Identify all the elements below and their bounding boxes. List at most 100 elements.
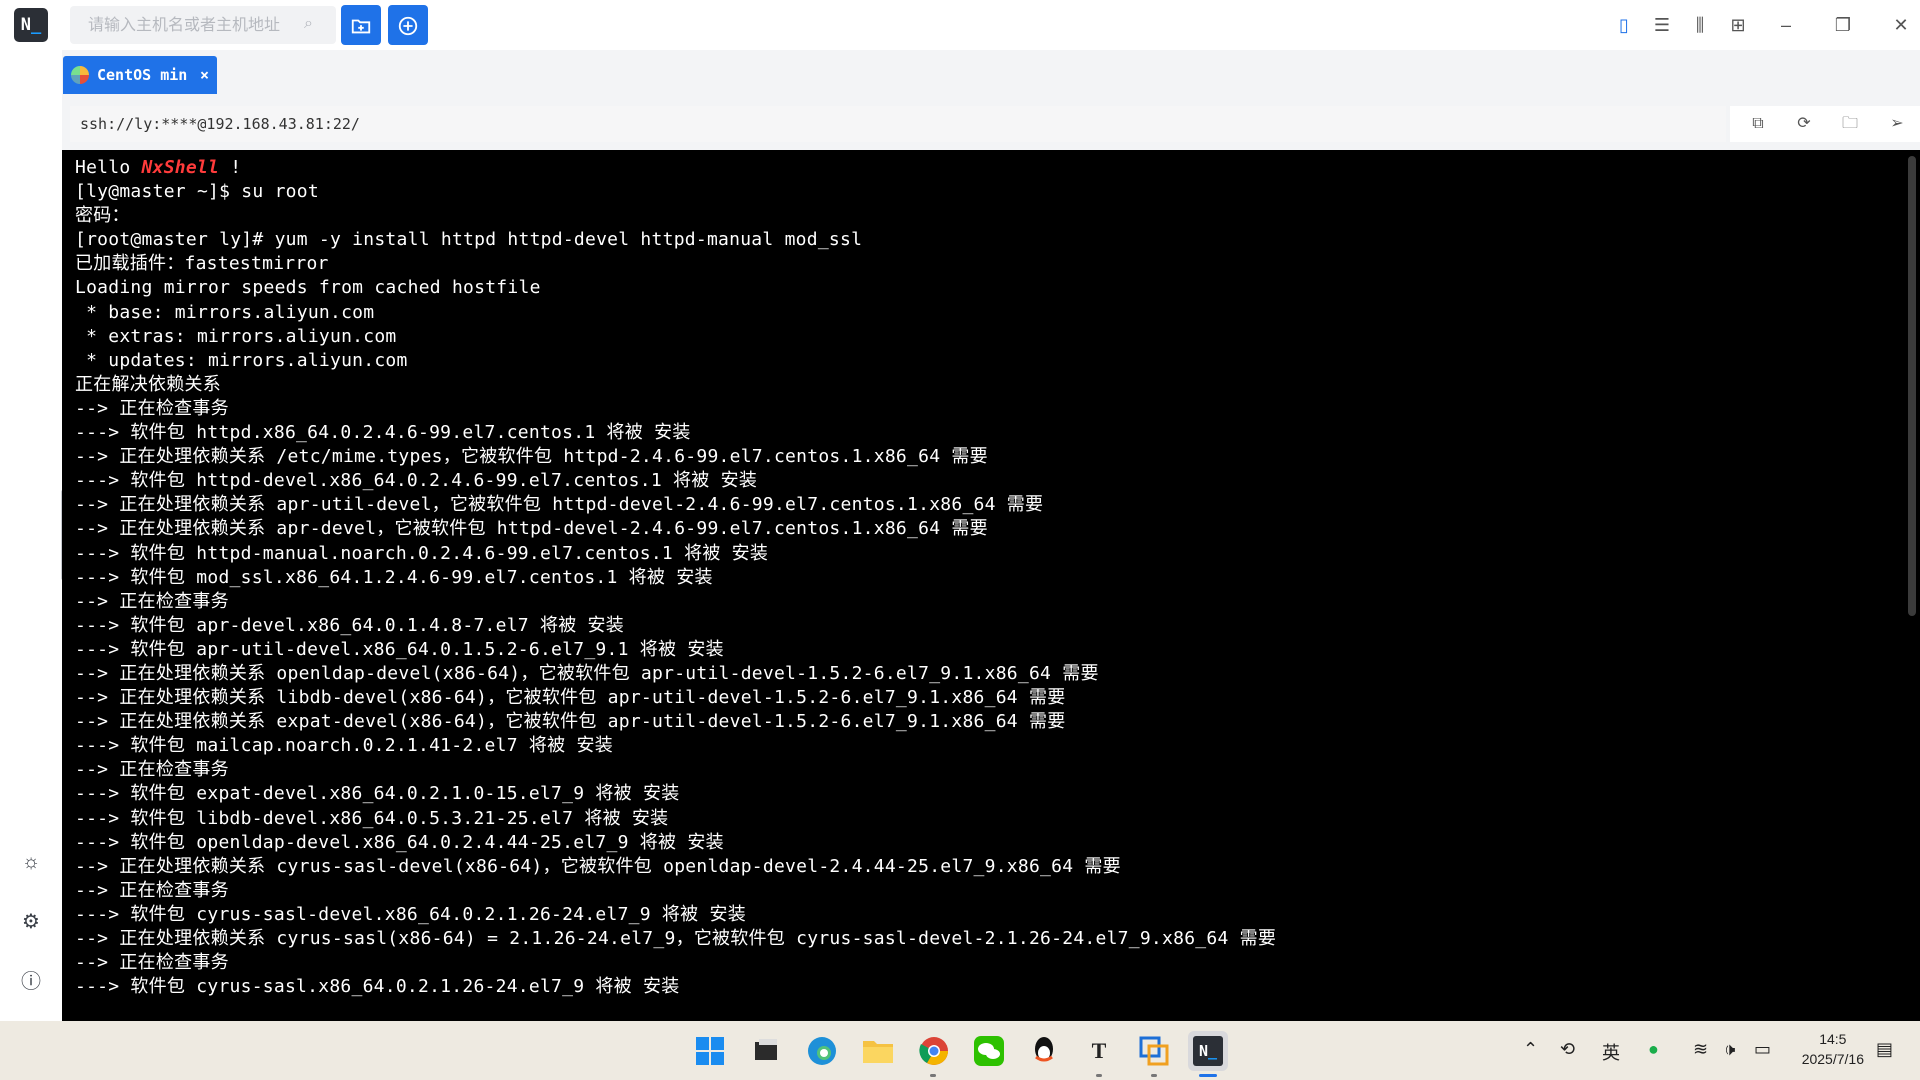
address-bar[interactable]: ssh://ly:****@192.168.43.81:22/ bbox=[70, 106, 1726, 142]
logo-cursor: _ bbox=[31, 15, 42, 35]
folder-icon[interactable] bbox=[858, 1031, 898, 1071]
refresh-icon[interactable]: ⟳ bbox=[1792, 112, 1816, 136]
terminal-line: --> 正在检查事务 bbox=[75, 758, 1276, 782]
terminal-text: 正在解决依赖关系 bbox=[75, 373, 221, 395]
terminal-text: [root@master ly]# yum -y install httpd h… bbox=[75, 229, 863, 251]
new-session-button[interactable] bbox=[388, 5, 428, 45]
terminal-line: ---> 软件包 httpd.x86_64.0.2.4.6-99.el7.cen… bbox=[75, 421, 1276, 445]
terminal-line: --> 正在处理依赖关系 /etc/mime.types，它被软件包 httpd… bbox=[75, 445, 1276, 469]
info-icon[interactable]: ⓘ bbox=[19, 970, 43, 994]
session-tab-bar: CentOS min × bbox=[62, 50, 1920, 98]
chevron-up-icon[interactable]: ⌃ bbox=[1523, 1039, 1538, 1060]
terminal-line: --> 正在处理依赖关系 apr-devel，它被软件包 httpd-devel… bbox=[75, 517, 1276, 541]
nxshell-icon[interactable]: N_ bbox=[1188, 1031, 1228, 1071]
minimize-icon[interactable]: – bbox=[1771, 10, 1801, 40]
terminal-line: --> 正在检查事务 bbox=[75, 590, 1276, 614]
typora-running-indicator bbox=[1096, 1074, 1102, 1077]
terminal-line: 密码： bbox=[75, 204, 1276, 228]
terminal-line: ---> 软件包 cyrus-sasl-devel.x86_64.0.2.1.2… bbox=[75, 903, 1276, 927]
terminal-line: ---> 软件包 mailcap.noarch.0.2.1.41-2.el7 将… bbox=[75, 734, 1276, 758]
terminal-line: [ly@master ~]$ su root bbox=[75, 180, 1276, 204]
wechat-icon[interactable] bbox=[969, 1031, 1009, 1071]
chrome-icon[interactable] bbox=[914, 1031, 954, 1071]
terminal-output: Hello NxShell ! [ly@master ~]$ su root 密码：… bbox=[75, 156, 1276, 999]
send-icon[interactable]: ➢ bbox=[1885, 112, 1909, 136]
centos-icon bbox=[71, 66, 89, 84]
maximize-icon[interactable]: ❐ bbox=[1828, 10, 1858, 40]
tab-close-icon[interactable]: × bbox=[200, 56, 209, 94]
terminal-text: * base: mirrors.aliyun.com bbox=[75, 301, 375, 323]
nxshell-active-indicator bbox=[1199, 1074, 1217, 1077]
virtualbox-running-indicator bbox=[1151, 1074, 1157, 1077]
tab-centos-min[interactable]: CentOS min × bbox=[63, 56, 217, 94]
terminal-line: [root@master ly]# yum -y install httpd h… bbox=[75, 228, 1276, 252]
terminal-line: 正在解决依赖关系 bbox=[75, 373, 1276, 397]
terminal-text: 已加载插件：fastestmirror bbox=[75, 253, 329, 275]
terminal-line: ---> 软件包 mod_ssl.x86_64.1.2.4.6-99.el7.c… bbox=[75, 566, 1276, 590]
host-search-input[interactable] bbox=[86, 6, 300, 46]
sun-icon[interactable]: ☼ bbox=[19, 850, 43, 874]
terminal-text: --> 正在检查事务 bbox=[75, 879, 229, 901]
terminal-text: [ly@master ~]$ su root bbox=[75, 181, 319, 203]
battery-icon[interactable]: ▭ bbox=[1754, 1039, 1771, 1060]
terminal-text: ---> 软件包 openldap-devel.x86_64.0.2.4.44-… bbox=[75, 831, 724, 853]
nxshell-logo[interactable]: N_ bbox=[14, 8, 48, 42]
virtualbox-icon[interactable] bbox=[1134, 1031, 1174, 1071]
split-vertical-icon[interactable]: ⫼ bbox=[1685, 10, 1715, 40]
close-icon[interactable]: ✕ bbox=[1886, 10, 1916, 40]
terminal-text: --> 正在处理依赖关系 apr-util-devel，它被软件包 httpd-… bbox=[75, 494, 1044, 516]
sync-icon[interactable]: ⟲ bbox=[1560, 1039, 1575, 1060]
terminal-text: --> 正在处理依赖关系 cyrus-sasl(x86-64) = 2.1.26… bbox=[75, 928, 1277, 949]
terminal-text: --> 正在处理依赖关系 apr-devel，它被软件包 httpd-devel… bbox=[75, 518, 988, 540]
gear-icon[interactable]: ⚙ bbox=[19, 910, 43, 934]
plus-circle-icon bbox=[398, 16, 418, 35]
terminal-text: --> 正在检查事务 bbox=[75, 759, 229, 781]
new-folder-button[interactable] bbox=[341, 5, 381, 45]
windows-taskbar: T N_ ⌃ ⟲ 英 ● ≋ 🕩 ▭ 14:5 2025/7/16 ▤ bbox=[0, 1021, 1920, 1080]
terminal-line: --> 正在检查事务 bbox=[75, 397, 1276, 421]
terminal-text: 密码： bbox=[75, 205, 130, 227]
notification-icon[interactable]: ▤ bbox=[1876, 1039, 1893, 1060]
terminal-text: ---> 软件包 cyrus-sasl.x86_64.0.2.1.26-24.e… bbox=[75, 976, 680, 998]
terminal-line: Hello NxShell ! bbox=[75, 156, 1276, 180]
ssh-url: ssh://ly:****@192.168.43.81:22/ bbox=[80, 115, 360, 133]
ime-indicator[interactable]: 英 bbox=[1602, 1039, 1620, 1065]
terminal-text: Loading mirror speeds from cached hostfi… bbox=[75, 277, 541, 299]
wifi-icon[interactable]: ≋ bbox=[1693, 1039, 1708, 1060]
terminal-text: ---> 软件包 mod_ssl.x86_64.1.2.4.6-99.el7.c… bbox=[75, 566, 713, 588]
terminal-line: ---> 软件包 openldap-devel.x86_64.0.2.4.44-… bbox=[75, 831, 1276, 855]
single-layout-icon[interactable]: ▯ bbox=[1609, 10, 1639, 40]
search-icon[interactable]: ⌕ bbox=[304, 15, 324, 35]
split-horizontal-icon[interactable]: ☰ bbox=[1647, 10, 1677, 40]
terminal-line: --> 正在检查事务 bbox=[75, 879, 1276, 903]
terminal-text: ---> 软件包 libdb-devel.x86_64.0.5.3.21-25.… bbox=[75, 807, 669, 829]
tab-label: CentOS min bbox=[97, 66, 188, 84]
grid-layout-icon[interactable]: ⊞ bbox=[1723, 10, 1753, 40]
typora-icon[interactable]: T bbox=[1079, 1031, 1119, 1071]
copy-icon[interactable]: ⧉ bbox=[1746, 112, 1770, 136]
terminal-scrollbar[interactable] bbox=[1908, 156, 1916, 616]
system-clock[interactable]: 14:5 2025/7/16 bbox=[1802, 1029, 1864, 1069]
terminal-text: --> 正在处理依赖关系 openldap-devel(x86-64)，它被软件… bbox=[75, 662, 1099, 684]
qq-icon[interactable] bbox=[1024, 1031, 1064, 1071]
edge-icon[interactable] bbox=[802, 1031, 842, 1071]
terminal-text: ---> 软件包 expat-devel.x86_64.0.2.1.0-15.e… bbox=[75, 783, 680, 805]
terminal[interactable]: Hello NxShell ! [ly@master ~]$ su root 密码：… bbox=[62, 150, 1920, 1021]
terminal-line: Loading mirror speeds from cached hostfi… bbox=[75, 276, 1276, 300]
terminal-text: --> 正在检查事务 bbox=[75, 952, 229, 974]
terminal-line: * updates: mirrors.aliyun.com bbox=[75, 349, 1276, 373]
terminal-line: --> 正在检查事务 bbox=[75, 951, 1276, 975]
terminal-line: ---> 软件包 httpd-devel.x86_64.0.2.4.6-99.e… bbox=[75, 469, 1276, 493]
nxshell-taskbar-cursor: _ bbox=[1208, 1042, 1218, 1060]
terminal-line: * extras: mirrors.aliyun.com bbox=[75, 325, 1276, 349]
volume-icon[interactable]: 🕩 bbox=[1724, 1039, 1735, 1060]
terminal-line: ---> 软件包 apr-devel.x86_64.0.1.4.8-7.el7 … bbox=[75, 614, 1276, 638]
green-app-icon[interactable]: ● bbox=[1648, 1039, 1659, 1060]
file-manager-icon[interactable] bbox=[746, 1031, 786, 1071]
sftp-folder-icon[interactable]: 🗀 bbox=[1838, 112, 1862, 136]
windows-start-icon[interactable] bbox=[690, 1031, 730, 1071]
terminal-text: --> 正在检查事务 bbox=[75, 590, 229, 612]
top-toolbar: ⌕ ▯ ☰ ⫼ ⊞ – ❐ ✕ bbox=[62, 0, 1920, 50]
terminal-line: ---> 软件包 httpd-manual.noarch.0.2.4.6-99.… bbox=[75, 542, 1276, 566]
terminal-text: ---> 软件包 httpd-devel.x86_64.0.2.4.6-99.e… bbox=[75, 470, 758, 492]
